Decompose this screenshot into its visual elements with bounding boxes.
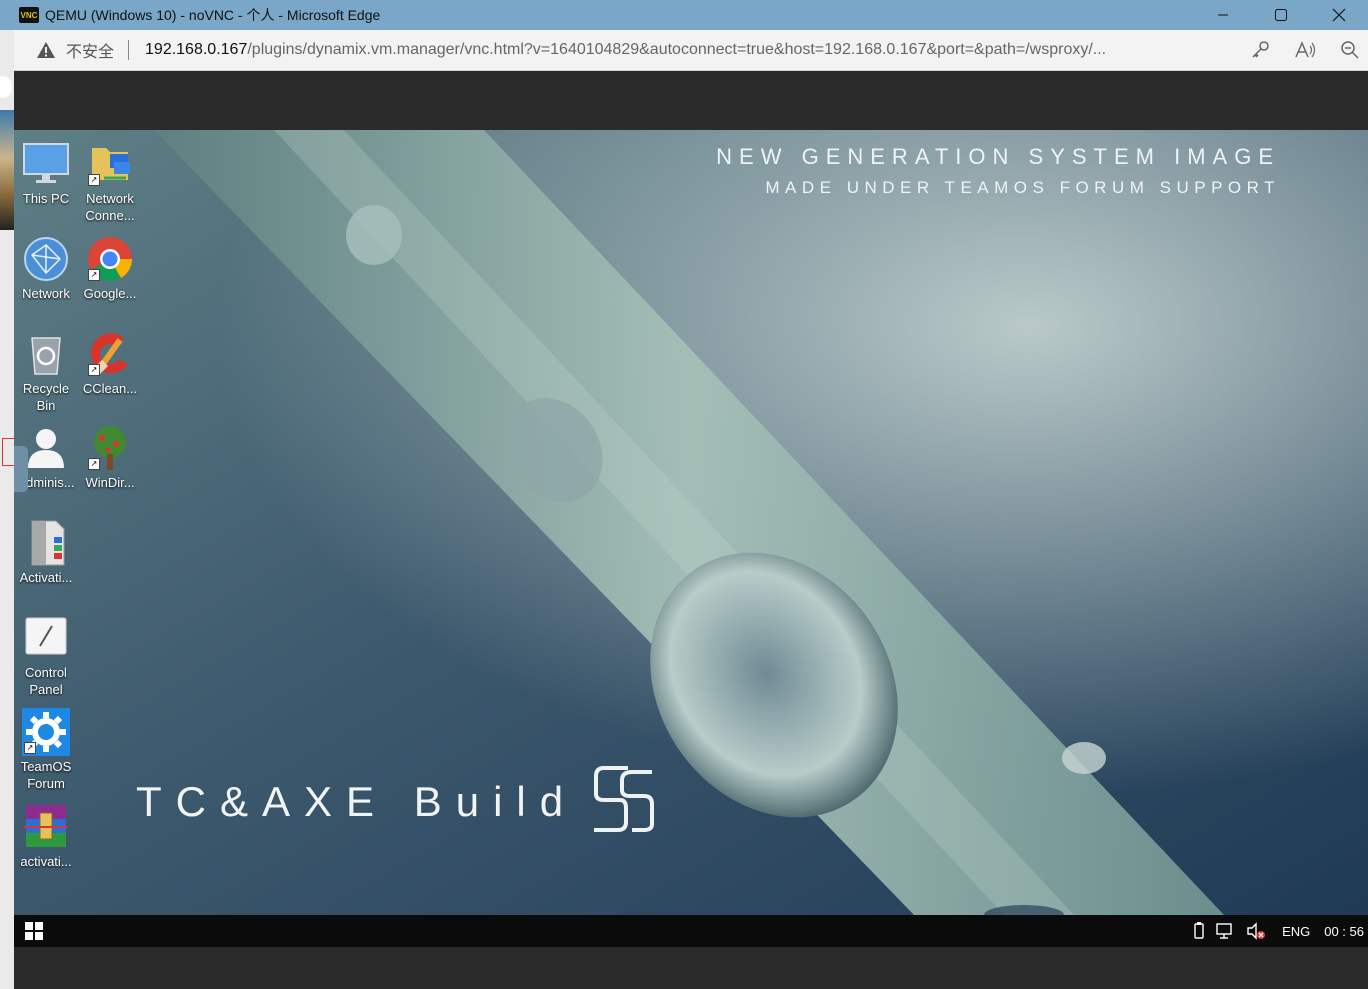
desktop-icon-label: Network: [22, 286, 70, 301]
recycle-bin-icon: [31, 337, 61, 375]
windows-taskbar: ENG 00 : 56: [14, 915, 1368, 947]
address-bar[interactable]: 不安全 192.168.0.167/plugins/dynamix.vm.man…: [14, 30, 1368, 71]
brand-line-1: NEW GENERATION SYSTEM IMAGE: [716, 144, 1280, 169]
security-indicator[interactable]: 不安全: [36, 38, 114, 62]
desktop-icon-activation-file[interactable]: Activati...: [14, 519, 78, 586]
desktop-icon-windirstat[interactable]: ↗ WinDir...: [78, 424, 142, 491]
url-field[interactable]: 192.168.0.167/plugins/dynamix.vm.manager…: [145, 41, 1215, 59]
minimize-button[interactable]: [1194, 0, 1252, 30]
desktop-icon-google-chrome[interactable]: ↗ Google...: [78, 235, 142, 302]
globe-network-icon: [24, 237, 68, 281]
start-button[interactable]: [14, 915, 54, 947]
desktop-icon-network[interactable]: Network: [14, 235, 78, 302]
clock[interactable]: 00 : 56: [1324, 924, 1364, 939]
network-status-icon[interactable]: [1216, 922, 1236, 940]
desktop-icon-this-pc[interactable]: This PC: [14, 140, 78, 207]
address-separator: [128, 40, 130, 60]
novnc-top-area: [14, 71, 1368, 130]
brand-line-2: MADE UNDER TEAMOS FORUM SUPPORT: [765, 178, 1280, 197]
zoom-icon[interactable]: [1340, 40, 1360, 60]
remote-desktop[interactable]: NEW GENERATION SYSTEM IMAGE MADE UNDER T…: [14, 130, 1368, 915]
desktop-icon-teamos-forum[interactable]: ↗ TeamOS Forum: [14, 708, 78, 792]
security-label: 不安全: [66, 44, 115, 61]
wallpaper-branding: NEW GENERATION SYSTEM IMAGE MADE UNDER T…: [716, 144, 1280, 198]
usb-device-icon[interactable]: [1192, 922, 1206, 940]
google-tab-icon: [0, 76, 12, 98]
novnc-control-bar-handle[interactable]: [14, 446, 28, 492]
desktop-icon-control-panel[interactable]: Control Panel: [14, 614, 78, 698]
url-path: /plugins/dynamix.vm.manager/vnc.html?v=1…: [247, 41, 1107, 58]
desktop-icon-label: TeamOS Forum: [20, 759, 72, 791]
warning-icon: [37, 42, 55, 58]
desktop-icon-network-connections[interactable]: ↗ Network Conne...: [78, 140, 142, 224]
archive-file-icon: [31, 520, 65, 566]
desktop-icon-label: Recycle Bin: [22, 381, 70, 413]
read-aloud-icon[interactable]: [1294, 40, 1316, 60]
vnc-app-icon: VNC: [19, 7, 39, 23]
key-icon[interactable]: [1250, 40, 1270, 60]
desktop-icon-activation-archive[interactable]: activati...: [14, 803, 78, 870]
desktop-icon-label: Activati...: [19, 570, 73, 585]
desktop-icon-label: Network Conne...: [85, 191, 135, 223]
desktop-icon-label: Google...: [83, 286, 137, 301]
host-desktop-strip: [0, 30, 15, 989]
host-wallpaper-strip: [0, 110, 14, 230]
close-button[interactable]: [1310, 0, 1368, 30]
system-tray: ENG 00 : 56: [1192, 915, 1364, 947]
control-panel-icon: [25, 617, 67, 655]
desktop-icon-label: CClean...: [82, 381, 138, 396]
url-host: 192.168.0.167: [145, 41, 248, 58]
winrar-icon: [24, 805, 68, 847]
desktop-icon-ccleaner[interactable]: ↗ CClean...: [78, 330, 142, 397]
volume-muted-icon[interactable]: [1246, 922, 1266, 940]
desktop-icon-label: This PC: [22, 191, 70, 206]
build-label: TC&AXE Build: [136, 778, 578, 825]
windows-logo-icon: [25, 922, 43, 940]
novnc-bottom-area: [14, 947, 1368, 989]
browser-title-bar: VNC QEMU (Windows 10) - noVNC - 个人 - Mic…: [0, 0, 1368, 30]
user-icon: [28, 429, 64, 468]
maximize-button[interactable]: [1252, 0, 1310, 30]
desktop-icon-label: WinDir...: [85, 475, 135, 490]
desktop-icon-recycle-bin[interactable]: Recycle Bin: [14, 330, 78, 414]
desktop-icon-label: Control Panel: [25, 665, 67, 697]
monitor-icon: [23, 143, 69, 183]
desktop-icon-label: activati...: [20, 854, 72, 869]
window-title: QEMU (Windows 10) - noVNC - 个人 - Microso…: [45, 7, 381, 23]
language-indicator[interactable]: ENG: [1282, 924, 1310, 939]
ss-logo-icon: [594, 766, 654, 832]
